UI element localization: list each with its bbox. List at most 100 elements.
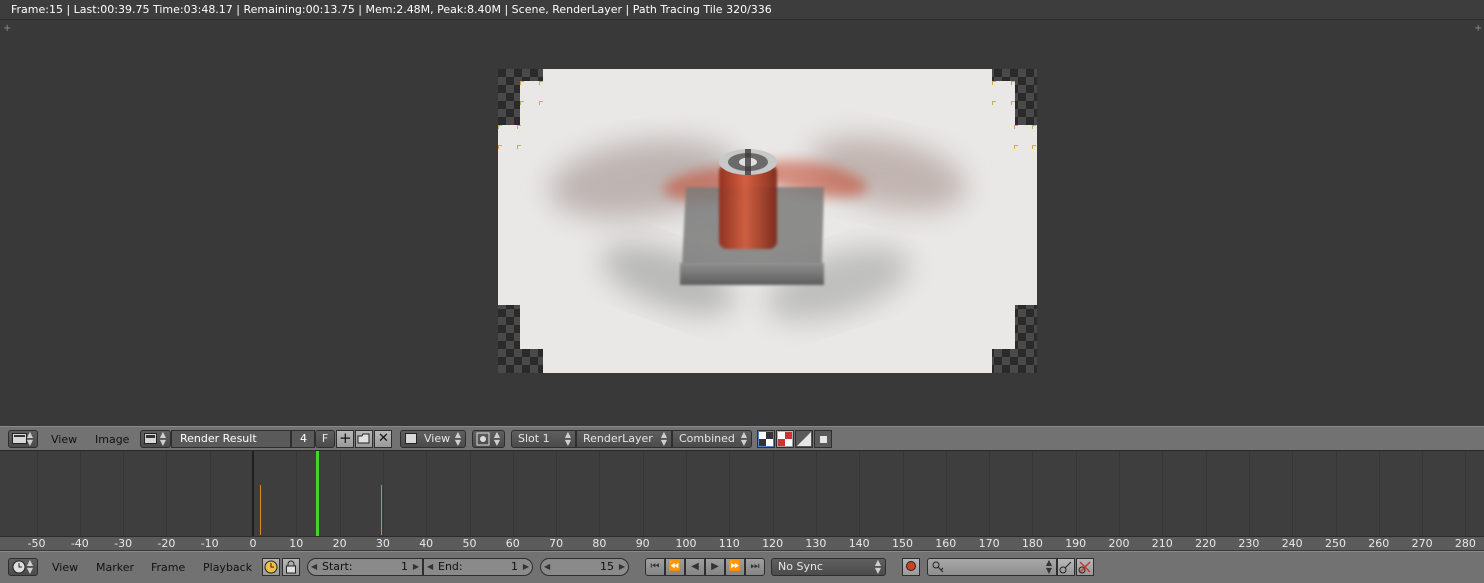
jump-keyframe-forward-button[interactable]: ⏩ bbox=[725, 558, 745, 576]
area-split-right-icon[interactable]: + bbox=[1474, 24, 1482, 34]
jump-end-button[interactable]: ⏭ bbox=[745, 558, 765, 576]
jump-start-button[interactable]: ⏮ bbox=[645, 558, 665, 576]
timeline-grid-line bbox=[1032, 451, 1034, 537]
pivot-icon bbox=[476, 432, 490, 446]
timeline-tick-label: 100 bbox=[675, 537, 697, 550]
timeline-menu-marker[interactable]: Marker bbox=[96, 560, 134, 576]
timeline-tick-label: 20 bbox=[332, 537, 347, 550]
timeline-grid-line bbox=[556, 451, 558, 537]
delete-keyframe-button[interactable] bbox=[1076, 558, 1094, 576]
decrement-start-icon[interactable]: ◀ bbox=[311, 559, 317, 575]
increment-current-icon[interactable]: ▶ bbox=[619, 559, 625, 575]
timeline-tick-label: 40 bbox=[419, 537, 434, 550]
display-zbuffer-button[interactable] bbox=[814, 430, 832, 448]
key-delete-icon bbox=[1078, 561, 1091, 574]
decrement-end-icon[interactable]: ◀ bbox=[427, 559, 433, 575]
menu-image[interactable]: Image bbox=[95, 432, 129, 448]
current-frame-value: 15 bbox=[600, 560, 614, 573]
zbuffer-icon bbox=[820, 436, 827, 443]
increment-end-icon[interactable]: ▶ bbox=[523, 559, 529, 575]
tile-marker bbox=[520, 81, 524, 85]
tile-marker bbox=[539, 101, 543, 105]
sync-mode-dropdown[interactable]: No Sync ▲ ▼ bbox=[771, 558, 886, 576]
image-name-field[interactable]: Render Result bbox=[171, 430, 291, 448]
timeline-header: ▲ ▼ View Marker Frame Playback ◀ Start: 1… bbox=[0, 551, 1484, 583]
timeline-grid-line bbox=[1075, 451, 1077, 537]
timeline-grid-line bbox=[1335, 451, 1337, 537]
display-color-alpha-button[interactable] bbox=[757, 430, 775, 448]
timeline-tick-label: 110 bbox=[718, 537, 740, 550]
play-reverse-button[interactable]: ◀ bbox=[685, 558, 705, 576]
editor-type-button[interactable]: ▲ ▼ bbox=[8, 430, 38, 448]
open-image-button[interactable] bbox=[355, 430, 373, 448]
timeline-grid-line bbox=[209, 451, 211, 537]
timeline-tick-label: 50 bbox=[462, 537, 477, 550]
timeline-menu-playback[interactable]: Playback bbox=[203, 560, 252, 576]
timeline-grid-line bbox=[339, 451, 341, 537]
menu-view[interactable]: View bbox=[51, 432, 77, 448]
timeline-tick-label: 200 bbox=[1108, 537, 1130, 550]
render-layer-dropdown[interactable]: RenderLayer ▲ ▼ bbox=[576, 430, 672, 448]
timeline-tick-label: 140 bbox=[848, 537, 870, 550]
plus-icon: + bbox=[339, 429, 352, 447]
timeline-grid-line bbox=[382, 451, 384, 537]
new-image-button[interactable]: + bbox=[336, 429, 354, 448]
play-button[interactable]: ▶ bbox=[705, 558, 725, 576]
current-frame-indicator[interactable] bbox=[316, 451, 320, 537]
increment-start-icon[interactable]: ▶ bbox=[413, 559, 419, 575]
tile-marker bbox=[992, 81, 996, 85]
render-result-canvas[interactable] bbox=[498, 69, 1037, 373]
area-split-left-icon[interactable]: + bbox=[3, 24, 11, 34]
image-editor-area[interactable]: + + bbox=[0, 20, 1484, 426]
preview-range-button[interactable] bbox=[262, 558, 280, 576]
keyframe-marker bbox=[259, 485, 261, 535]
pivot-dropdown[interactable]: ▲ ▼ bbox=[472, 430, 505, 448]
render-pass-dropdown[interactable]: Combined ▲ ▼ bbox=[672, 430, 752, 448]
display-alpha-button[interactable] bbox=[795, 430, 813, 448]
folder-icon bbox=[357, 433, 370, 444]
sync-mode-label: No Sync bbox=[778, 560, 823, 573]
timeline-grid-line bbox=[1465, 451, 1467, 537]
timeline-tick-label: 10 bbox=[289, 537, 304, 550]
timeline-menu-view[interactable]: View bbox=[52, 560, 78, 576]
alpha-icon bbox=[797, 432, 811, 446]
keying-set-icon bbox=[932, 561, 944, 573]
clock-preview-icon bbox=[264, 560, 278, 574]
timeline-area[interactable] bbox=[0, 451, 1484, 537]
view-mode-dropdown[interactable]: View ▲ ▼ bbox=[400, 430, 466, 448]
fake-user-button[interactable]: F bbox=[315, 430, 335, 448]
timeline-menu-frame[interactable]: Frame bbox=[151, 560, 185, 576]
timeline-ruler[interactable]: -50 -40 -30 -20 -10 0 10 20 30 40 50 60 70 80 90 100 110… bbox=[0, 536, 1484, 550]
slot-label: Slot 1 bbox=[518, 432, 550, 445]
slot-dropdown[interactable]: Slot 1 ▲ ▼ bbox=[511, 430, 576, 448]
keying-set-field[interactable]: ▲ ▼ bbox=[927, 558, 1057, 576]
timeline-tick-label: 80 bbox=[592, 537, 607, 550]
lock-range-button[interactable] bbox=[282, 558, 300, 576]
end-frame-field[interactable]: ◀ End: 1 ▶ bbox=[423, 558, 533, 576]
timeline-editor-type-button[interactable]: ▲ ▼ bbox=[8, 558, 38, 576]
tile-marker bbox=[992, 101, 996, 105]
timeline-tick-label: 220 bbox=[1195, 537, 1217, 550]
render-pass-label: Combined bbox=[679, 432, 735, 445]
auto-keying-button[interactable] bbox=[902, 558, 920, 576]
close-icon: ✕ bbox=[378, 431, 389, 446]
timeline-tick-label: 260 bbox=[1368, 537, 1390, 550]
browse-image-button[interactable]: ▲ ▼ bbox=[140, 430, 171, 448]
timeline-grid-line bbox=[123, 451, 125, 537]
fake-user-label: F bbox=[321, 432, 329, 445]
current-frame-field[interactable]: ◀ 15 ▶ bbox=[540, 558, 629, 576]
start-frame-field[interactable]: ◀ Start: 1 ▶ bbox=[307, 558, 423, 576]
insert-keyframe-button[interactable] bbox=[1057, 558, 1075, 576]
timeline-tick-label: 210 bbox=[1151, 537, 1173, 550]
display-color-button[interactable] bbox=[776, 430, 794, 448]
tile-marker bbox=[1032, 145, 1036, 149]
keyframe-back-icon: ⏪ bbox=[668, 561, 682, 572]
unlink-image-button[interactable]: ✕ bbox=[374, 430, 392, 448]
timeline-grid-line bbox=[79, 451, 81, 537]
timeline-grid-line bbox=[859, 451, 861, 537]
decrement-current-icon[interactable]: ◀ bbox=[544, 559, 550, 575]
jump-keyframe-back-button[interactable]: ⏪ bbox=[665, 558, 685, 576]
tile-marker bbox=[1011, 81, 1015, 85]
render-status-bar: Frame:15 | Last:00:39.75 Time:03:48.17 |… bbox=[0, 0, 1484, 20]
timeline-grid-line bbox=[642, 451, 644, 537]
